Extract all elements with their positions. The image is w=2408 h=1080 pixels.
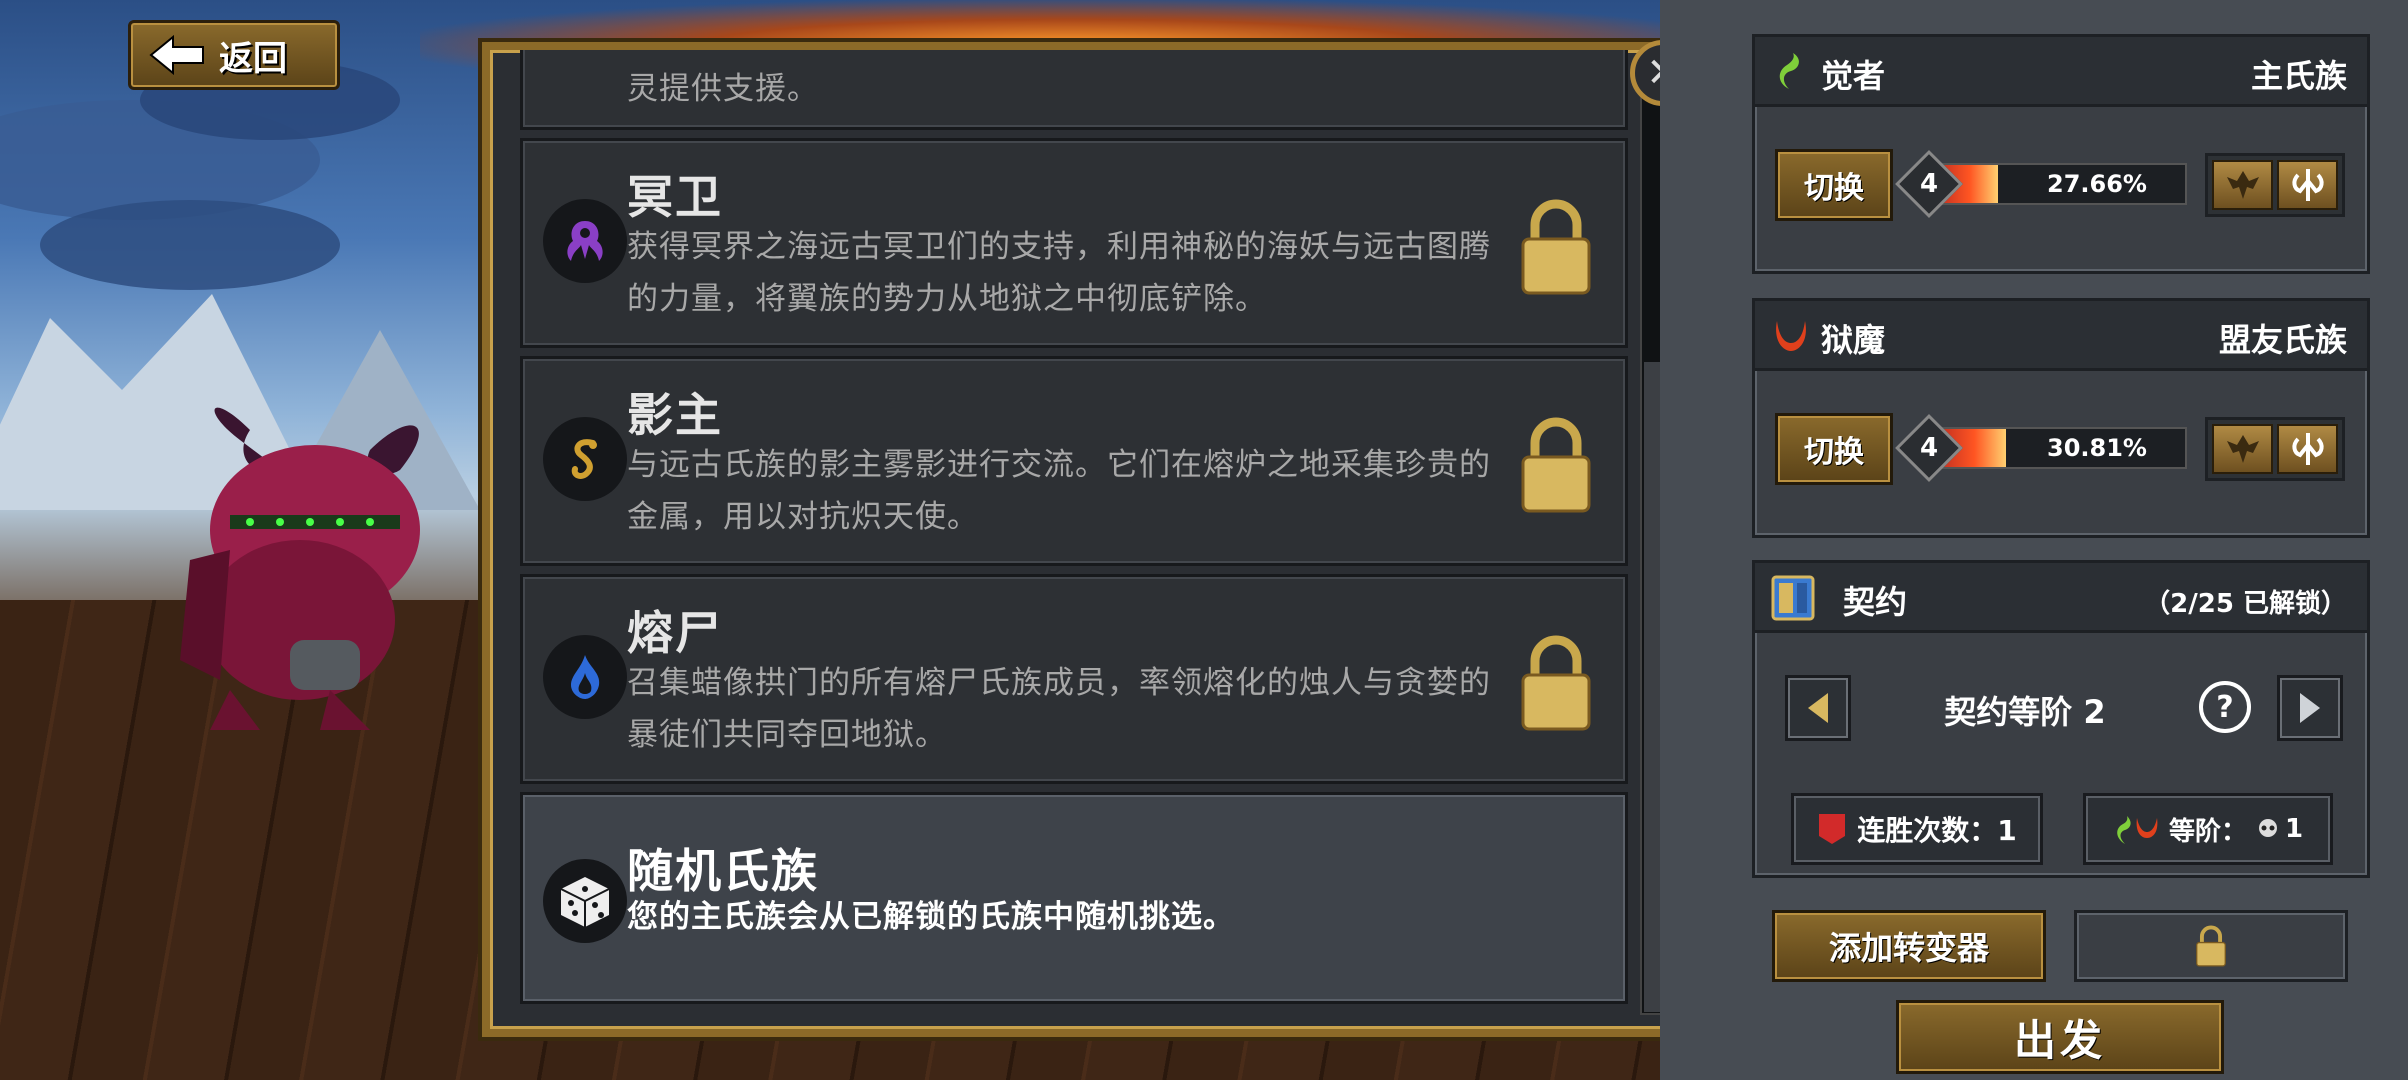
- covenant-unlocked: （2/25 已解锁）: [2144, 589, 2347, 619]
- clan-desc: 获得冥界之海远古冥卫们的支持，利用神秘的海妖与远古图腾的力量，将翼族的势力从地狱…: [627, 229, 1491, 317]
- covenant-rank: 契约等阶 2: [1944, 693, 2106, 731]
- allied-clan-role: 盟友氏族: [2218, 321, 2347, 359]
- beast-head-icon[interactable]: [2212, 424, 2273, 474]
- grade-label: 等阶：: [2168, 816, 2247, 847]
- clan-desc: 您的主氏族会从已解锁的氏族中随机挑选。: [627, 899, 1235, 935]
- triangle-left-icon: [1808, 693, 1828, 723]
- allied-progress-text: 30.81%: [2047, 434, 2147, 462]
- covenant-prev-button[interactable]: [1785, 675, 1851, 741]
- demon-character: [180, 407, 420, 730]
- grade-stat: 等阶： 1: [2083, 793, 2333, 865]
- allied-progress-bar: 30.81%: [1925, 427, 2187, 469]
- covenant-title: 契约: [1843, 583, 1908, 621]
- banner-icon: [1819, 814, 1846, 844]
- skull-icon: [2258, 819, 2277, 837]
- cloud: [40, 200, 340, 290]
- primary-clan-role: 主氏族: [2250, 57, 2347, 95]
- lock-icon: [1521, 635, 1591, 731]
- lock-icon: [2196, 925, 2226, 967]
- primary-level-number: 4: [1919, 169, 1939, 199]
- lock-icon: [1521, 199, 1591, 295]
- covenant-box: 契约 （2/25 已解锁） 契约等阶 2 ? 连胜次数：1 等阶： 1: [1752, 560, 2370, 878]
- clan-item-ming-wei[interactable]: 冥卫 获得冥界之海远古冥卫们的支持，利用神秘的海妖与远古图腾的力量，将翼族的势力…: [520, 138, 1628, 348]
- primary-switch-button[interactable]: 切换: [1775, 149, 1893, 221]
- beast-head-icon[interactable]: [2212, 160, 2273, 210]
- flame-icon: [543, 635, 627, 719]
- add-mutator-button[interactable]: 添加转变器: [1772, 910, 2046, 982]
- clan-select-dialog: 灵提供支援。 冥卫 获得冥界之海远古冥卫们的支持，利用神秘的海妖与远古图腾的力量…: [482, 42, 1697, 1037]
- covenant-next-button[interactable]: [2277, 675, 2343, 741]
- allied-clan-box: 狱魔 盟友氏族 切换 30.81% 4: [1752, 298, 2370, 538]
- clan-desc: 与远古氏族的影主雾影进行交流。它们在熔炉之地采集珍贵的金属，用以对抗炽天使。: [627, 447, 1491, 535]
- clan-item-partial[interactable]: 灵提供支援。: [520, 50, 1628, 130]
- locked-mutator-slot[interactable]: [2074, 910, 2348, 982]
- clan-desc: 灵提供支援。: [627, 71, 819, 107]
- clan-list[interactable]: 灵提供支援。 冥卫 获得冥界之海远古冥卫们的支持，利用神秘的海妖与远古图腾的力量…: [520, 50, 1628, 1015]
- back-label: 返回: [219, 38, 287, 79]
- clan-item-random[interactable]: 随机氏族 您的主氏族会从已解锁的氏族中随机挑选。: [520, 792, 1628, 1004]
- primary-skill-slots[interactable]: [2205, 153, 2345, 217]
- tentacle-icon: [543, 199, 627, 283]
- clan-summary-panel: 觉者 主氏族 切换 27.66% 4 狱魔 盟友氏族 切换 30.81% 4 契…: [1660, 0, 2408, 1080]
- win-streak-stat: 连胜次数：1: [1791, 793, 2043, 865]
- embark-button[interactable]: 出发: [1896, 1000, 2224, 1074]
- triangle-right-icon: [2300, 693, 2320, 723]
- awakened-icon: [1779, 53, 1799, 89]
- win-streak-text: 连胜次数：1: [1857, 814, 2017, 847]
- allied-clan-header: 狱魔 盟友氏族: [1755, 301, 2367, 371]
- covenant-book-icon: [1771, 575, 1815, 621]
- axe-icon[interactable]: [2277, 160, 2338, 210]
- primary-progress-bar: 27.66%: [1925, 163, 2187, 205]
- help-icon[interactable]: ?: [2199, 681, 2251, 733]
- clan-desc: 召集蜡像拱门的所有熔尸氏族成员，率领熔化的烛人与贪婪的暴徒们共同夺回地狱。: [627, 665, 1491, 753]
- clan-name: 影主: [627, 388, 723, 442]
- dice-icon: [543, 859, 627, 943]
- clan-name: 熔尸: [627, 606, 723, 660]
- primary-clan-box: 觉者 主氏族 切换 27.66% 4: [1752, 34, 2370, 274]
- clan-item-ying-zhu[interactable]: 影主 与远古氏族的影主雾影进行交流。它们在熔炉之地采集珍贵的金属，用以对抗炽天使…: [520, 356, 1628, 566]
- grade-value-wrap: 1: [2257, 814, 2303, 844]
- back-button[interactable]: 返回: [128, 20, 340, 90]
- spiral-icon: [543, 417, 627, 501]
- allied-level-number: 4: [1919, 433, 1939, 463]
- horns-icon: [1776, 321, 1806, 351]
- clan-item-rong-shi[interactable]: 熔尸 召集蜡像拱门的所有熔尸氏族成员，率领熔化的烛人与贪婪的暴徒们共同夺回地狱。: [520, 574, 1628, 784]
- allied-skill-slots[interactable]: [2205, 417, 2345, 481]
- primary-progress-text: 27.66%: [2047, 170, 2147, 198]
- clan-pair-icon: [2117, 816, 2158, 844]
- primary-clan-name: 觉者: [1821, 57, 1886, 95]
- lock-icon: [1521, 417, 1591, 513]
- clan-name: 冥卫: [627, 170, 723, 224]
- covenant-header: 契约 （2/25 已解锁）: [1755, 563, 2367, 633]
- allied-switch-button[interactable]: 切换: [1775, 413, 1893, 485]
- grade-value: 1: [2284, 814, 2304, 844]
- primary-clan-header: 觉者 主氏族: [1755, 37, 2367, 107]
- axe-icon[interactable]: [2277, 424, 2338, 474]
- arrow-left-icon: [149, 35, 204, 75]
- allied-clan-name: 狱魔: [1821, 321, 1886, 359]
